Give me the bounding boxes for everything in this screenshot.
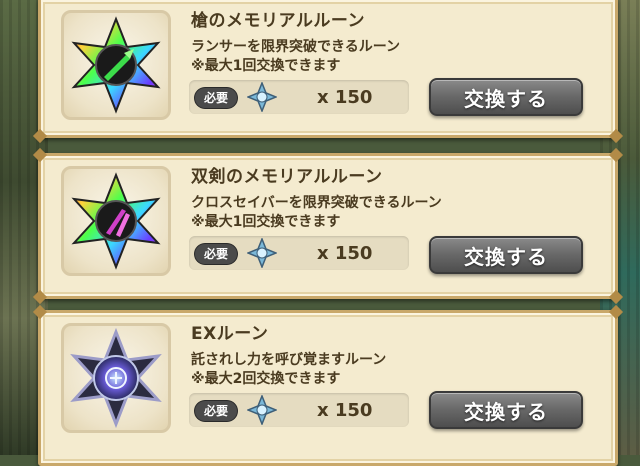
item-description: クロスセイバーを限界突破できるルーン (191, 195, 442, 211)
crystal-currency-icon (247, 395, 277, 425)
item-name: EXルーン (191, 324, 269, 344)
lance-rune-icon (61, 10, 171, 120)
item-exchange-limit: ※最大1回交換できます (191, 58, 341, 74)
required-label: 必要 (195, 244, 237, 264)
exchange-button[interactable]: 交換する (429, 391, 583, 429)
exchange-item-card: 槍のメモリアルルーン ランサーを限界突破できるルーン ※最大1回交換できます 必… (32, 0, 624, 144)
crystal-currency-icon (247, 238, 277, 268)
exchange-item-card: EXルーン 託されし力を呼び覚ますルーン ※最大2回交換できます 必要 x 15… (32, 304, 624, 466)
required-label: 必要 (195, 401, 237, 421)
item-name: 槍のメモリアルルーン (191, 11, 365, 31)
item-description: 託されし力を呼び覚ますルーン (191, 352, 387, 368)
required-cost-box: 必要 x 150 (189, 80, 409, 114)
required-cost-box: 必要 x 150 (189, 393, 409, 427)
item-description: ランサーを限界突破できるルーン (191, 39, 401, 55)
twin-sword-rune-icon (61, 166, 171, 276)
exchange-item-card: 双剣のメモリアルルーン クロスセイバーを限界突破できるルーン ※最大1回交換でき… (32, 147, 624, 305)
required-count: x 150 (317, 243, 373, 264)
item-exchange-limit: ※最大2回交換できます (191, 371, 341, 387)
item-name: 双剣のメモリアルルーン (191, 167, 383, 187)
exchange-button[interactable]: 交換する (429, 236, 583, 274)
item-exchange-limit: ※最大1回交換できます (191, 214, 341, 230)
exchange-button[interactable]: 交換する (429, 78, 583, 116)
required-label: 必要 (195, 88, 237, 108)
crystal-currency-icon (247, 82, 277, 112)
required-cost-box: 必要 x 150 (189, 236, 409, 270)
required-count: x 150 (317, 400, 373, 421)
ex-rune-icon (61, 323, 171, 433)
required-count: x 150 (317, 87, 373, 108)
